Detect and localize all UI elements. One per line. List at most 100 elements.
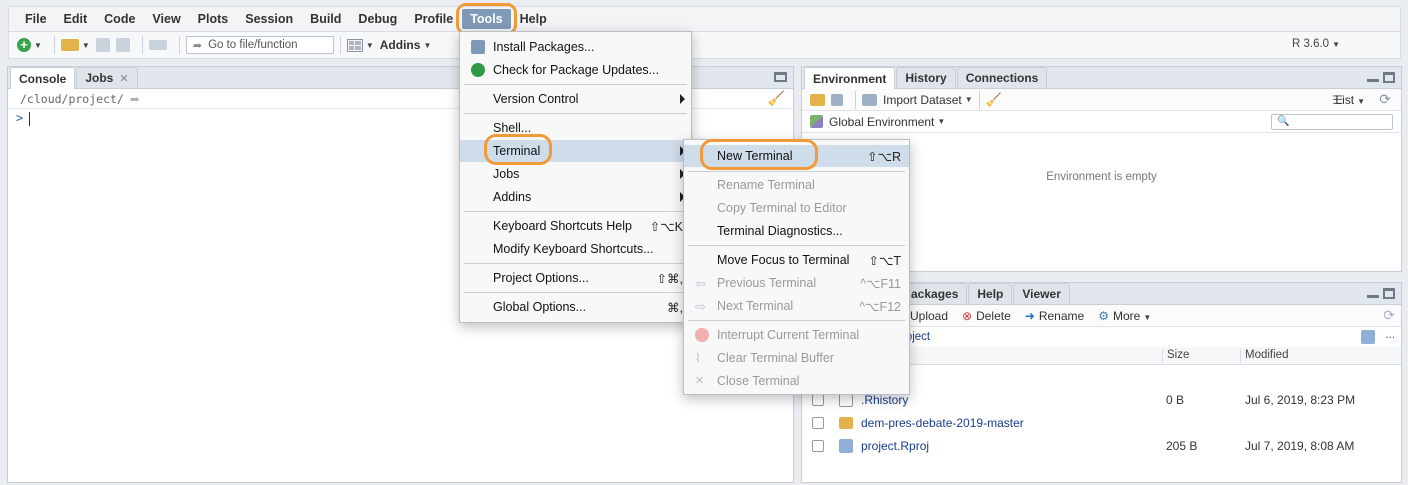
package-icon bbox=[471, 40, 485, 54]
more-path-button[interactable]: ... bbox=[1385, 329, 1395, 341]
menu-item-project-options[interactable]: Project Options... ⇧⌘, bbox=[460, 267, 691, 289]
menu-item-clear-terminal-buffer[interactable]: ⌇ Clear Terminal Buffer bbox=[684, 347, 909, 369]
r-version-selector[interactable]: R 3.6.0 ▼ bbox=[1292, 38, 1340, 50]
table-row[interactable]: project.Rproj 205 B Jul 7, 2019, 8:08 AM bbox=[802, 436, 1401, 458]
menu-item-previous-terminal[interactable]: ⇦ Previous Terminal ^⌥F11 bbox=[684, 272, 909, 294]
arrow-right-icon: ➦ bbox=[192, 39, 203, 52]
file-name[interactable]: dem-pres-debate-2019-master bbox=[861, 416, 1024, 430]
menu-item-rename-terminal[interactable]: Rename Terminal bbox=[684, 174, 909, 196]
tab-jobs[interactable]: Jobs ✕ bbox=[76, 67, 138, 88]
go-to-directory-icon[interactable]: ➦ bbox=[130, 92, 140, 106]
menu-profile[interactable]: Profile bbox=[406, 9, 461, 29]
menu-item-next-terminal[interactable]: ⇨ Next Terminal ^⌥F12 bbox=[684, 295, 909, 317]
goto-file-function-input[interactable]: ➦ Go to file/function bbox=[185, 36, 334, 54]
menu-item-shortcut: ⇧⌥T bbox=[868, 254, 901, 268]
tab-help[interactable]: Help bbox=[968, 283, 1013, 304]
menu-item-interrupt-current-terminal[interactable]: Interrupt Current Terminal bbox=[684, 324, 909, 346]
tab-connections[interactable]: Connections bbox=[956, 67, 1048, 88]
menu-file[interactable]: File bbox=[17, 9, 55, 29]
print-button[interactable] bbox=[148, 40, 167, 50]
tab-history[interactable]: History bbox=[896, 67, 956, 88]
menu-view[interactable]: View bbox=[144, 9, 188, 29]
rename-button[interactable]: Rename bbox=[1039, 309, 1084, 323]
menu-item-version-control[interactable]: Version Control bbox=[460, 88, 691, 110]
tab-environment-label: Environment bbox=[813, 71, 887, 86]
menu-tools[interactable]: Tools bbox=[456, 3, 518, 35]
menu-item-terminal-diagnostics[interactable]: Terminal Diagnostics... bbox=[684, 220, 909, 242]
column-size[interactable]: Size bbox=[1162, 349, 1189, 363]
column-modified[interactable]: Modified bbox=[1240, 349, 1288, 363]
working-directory-path[interactable]: /cloud/project/ bbox=[20, 92, 124, 106]
tab-console-label: Console bbox=[19, 71, 67, 86]
file-checkbox[interactable] bbox=[812, 394, 824, 406]
menu-help[interactable]: Help bbox=[512, 9, 555, 29]
menu-item-label: Project Options... bbox=[493, 271, 589, 285]
pane-controls bbox=[1367, 72, 1395, 83]
file-name[interactable]: project.Rproj bbox=[861, 439, 929, 453]
menu-item-copy-terminal-to-editor[interactable]: Copy Terminal to Editor bbox=[684, 197, 909, 219]
r-version-label: R 3.6.0 bbox=[1292, 38, 1330, 50]
menu-item-new-terminal[interactable]: New Terminal ⇧⌥R bbox=[684, 145, 909, 167]
menu-separator bbox=[688, 171, 905, 172]
close-icon: ✕ bbox=[695, 375, 705, 387]
broom-icon[interactable]: 🧹 bbox=[768, 91, 785, 107]
save-workspace-icon[interactable] bbox=[831, 93, 843, 106]
file-checkbox[interactable] bbox=[812, 417, 824, 429]
file-checkbox[interactable] bbox=[812, 440, 824, 452]
restore-pane-icon[interactable] bbox=[774, 72, 787, 82]
caret-down-icon: ▼ bbox=[365, 40, 374, 50]
refresh-icon[interactable]: ⟳ bbox=[1383, 307, 1395, 324]
close-icon[interactable]: ✕ bbox=[119, 72, 128, 85]
menu-item-check-updates[interactable]: Check for Package Updates... bbox=[460, 59, 691, 81]
addins-button[interactable]: Addins ▼ bbox=[380, 38, 432, 52]
menu-item-move-focus-to-terminal[interactable]: Move Focus to Terminal ⇧⌥T bbox=[684, 249, 909, 271]
load-workspace-icon[interactable] bbox=[810, 93, 825, 106]
menu-item-close-terminal[interactable]: ✕ Close Terminal bbox=[684, 370, 909, 392]
tab-viewer[interactable]: Viewer bbox=[1013, 283, 1070, 304]
menu-item-terminal[interactable]: Terminal bbox=[460, 140, 691, 162]
menu-debug[interactable]: Debug bbox=[350, 9, 405, 29]
menu-item-modify-keyboard-shortcuts[interactable]: Modify Keyboard Shortcuts... bbox=[460, 238, 691, 260]
save-all-button[interactable] bbox=[115, 38, 130, 52]
menu-item-jobs[interactable]: Jobs bbox=[460, 163, 691, 185]
broom-icon[interactable]: 🧹 bbox=[986, 92, 1002, 108]
save-icon bbox=[95, 38, 110, 52]
tab-packages[interactable]: ackages bbox=[902, 283, 968, 304]
tab-environment[interactable]: Environment bbox=[804, 67, 896, 89]
minimize-pane-icon[interactable] bbox=[1367, 295, 1379, 298]
menu-code[interactable]: Code bbox=[96, 9, 143, 29]
import-dataset-button[interactable]: Import Dataset bbox=[883, 93, 962, 107]
save-button[interactable] bbox=[95, 38, 110, 52]
environment-toolbar: Import Dataset ▼ 🧹 ☰ List ▼ ⟳ bbox=[802, 89, 1401, 111]
file-name[interactable]: .Rhistory bbox=[861, 393, 908, 407]
menu-item-shell[interactable]: Shell... bbox=[460, 117, 691, 139]
menu-session[interactable]: Session bbox=[237, 9, 301, 29]
maximize-pane-icon[interactable] bbox=[1383, 72, 1395, 83]
refresh-icon[interactable]: ⟳ bbox=[1379, 91, 1391, 108]
maximize-pane-icon[interactable] bbox=[1383, 288, 1395, 299]
minimize-pane-icon[interactable] bbox=[1367, 79, 1379, 82]
more-button[interactable]: More ▼ bbox=[1113, 309, 1151, 323]
menu-item-shortcut: ^⌥F12 bbox=[859, 300, 901, 314]
list-view-button[interactable]: List ▼ bbox=[1335, 93, 1365, 107]
upload-button[interactable]: Upload bbox=[910, 309, 948, 323]
new-file-button[interactable]: + ▼ bbox=[17, 38, 42, 52]
delete-button[interactable]: Delete bbox=[976, 309, 1011, 323]
menu-item-global-options[interactable]: Global Options... ⌘, bbox=[460, 296, 691, 318]
global-environment-selector[interactable]: Global Environment bbox=[829, 115, 934, 129]
pane-layout-button[interactable]: ▼ bbox=[346, 38, 374, 52]
table-row[interactable]: dem-pres-debate-2019-master bbox=[802, 413, 1401, 435]
environment-search-input[interactable]: 🔍 bbox=[1271, 114, 1393, 130]
menu-item-keyboard-shortcuts-help[interactable]: Keyboard Shortcuts Help ⇧⌥K bbox=[460, 215, 691, 237]
toolbar-divider bbox=[53, 36, 55, 54]
menu-plots[interactable]: Plots bbox=[190, 9, 237, 29]
menu-edit[interactable]: Edit bbox=[56, 9, 96, 29]
open-file-button[interactable]: ▼ bbox=[60, 39, 90, 51]
menu-item-install-packages[interactable]: Install Packages... bbox=[460, 36, 691, 58]
menu-item-addins[interactable]: Addins bbox=[460, 186, 691, 208]
caret-down-icon: ▼ bbox=[423, 40, 432, 50]
pane-controls bbox=[1367, 288, 1395, 299]
tab-console[interactable]: Console bbox=[10, 67, 76, 89]
menu-build[interactable]: Build bbox=[302, 9, 349, 29]
arrow-right-icon: ⇨ bbox=[695, 299, 706, 314]
